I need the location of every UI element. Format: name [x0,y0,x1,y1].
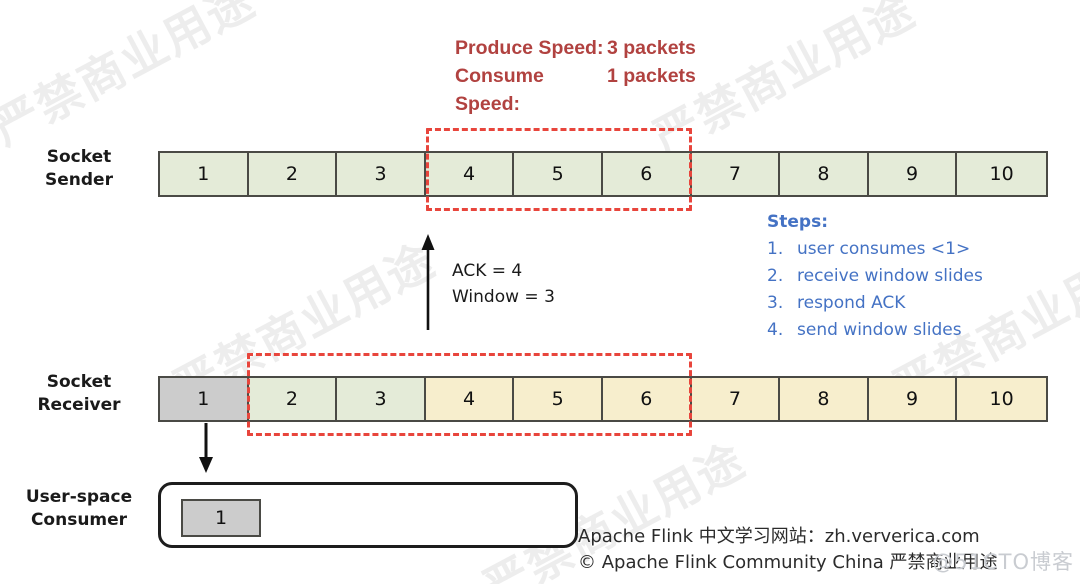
produce-speed-row: Produce Speed: 3 packets [455,34,696,62]
step-text: respond ACK [797,293,906,313]
send-window-highlight [426,128,692,211]
step-item: 3. respond ACK [767,290,983,317]
produce-speed-value: 3 packets [607,37,696,59]
step-text: send window slides [797,320,962,340]
ack-annotation: ACK = 4 Window = 3 [452,258,555,310]
socket-receiver-label-line1: Socket [46,372,112,392]
step-item: 1. user consumes <1> [767,236,983,263]
ack-line2: Window = 3 [452,287,555,307]
packet-cell: 9 [868,378,958,420]
packet-cell: 7 [691,378,781,420]
consume-arrow-down-icon [199,423,213,473]
step-item: 4. send window slides [767,317,983,344]
packet-cell: 8 [780,378,869,420]
receive-window-highlight [247,353,692,436]
steps-title: Steps: [767,212,828,232]
packet-cell: 10 [957,378,1046,420]
step-number: 4. [767,320,784,340]
socket-sender-label: Socket Sender [14,146,144,192]
socket-sender-label-line1: Socket [46,147,112,167]
footer-line1: Apache Flink 中文学习网站：zh.ververica.com [578,526,980,547]
footer-line2: © Apache Flink Community China 严禁商业用途 [578,552,998,573]
steps-list: Steps: 1. user consumes <1> 2. receive w… [767,209,983,344]
watermark-text: 严禁商业用途 [0,0,264,156]
packet-cell: 8 [780,153,869,195]
user-space-consumer-label: User-space Consumer [8,486,150,532]
step-text: user consumes <1> [797,239,971,259]
socket-sender-label-line2: Sender [45,170,113,190]
consume-speed-value: 1 packets [607,65,696,87]
packet-cell: 3 [337,153,426,195]
step-number: 1. [767,239,784,259]
packet-cell: 2 [248,153,338,195]
consume-speed-label: Consume Speed: [455,65,544,115]
packet-cell: 7 [691,153,781,195]
produce-speed-label: Produce Speed: [455,37,604,59]
step-text: receive window slides [797,266,983,286]
footer-attribution: Apache Flink 中文学习网站：zh.ververica.com © A… [578,524,998,576]
user-space-consumer-label-line2: Consumer [30,510,128,530]
step-number: 2. [767,266,784,286]
packet-cell: 10 [957,153,1046,195]
packet-cell: 1 [160,153,249,195]
consume-speed-row: Consume Speed: 1 packets [455,62,696,118]
ack-arrow-up-icon [421,234,435,330]
step-item: 2. receive window slides [767,263,983,290]
speed-summary: Produce Speed: 3 packets Consume Speed: … [455,34,696,118]
consumed-packet-cell: 1 [181,499,261,537]
packet-cell: 1 [160,378,249,420]
diagram-canvas: 严禁商业用途 严禁商业用途 严禁商业用途 严禁商业用途 严禁商业用途 Produ… [0,0,1080,584]
step-number: 3. [767,293,784,313]
socket-receiver-label: Socket Receiver [14,371,144,417]
ack-line1: ACK = 4 [452,261,523,281]
user-space-consumer-box: 1 [158,482,578,548]
packet-cell: 9 [868,153,958,195]
user-space-consumer-label-line1: User-space [25,487,133,507]
socket-receiver-label-line2: Receiver [37,395,121,415]
